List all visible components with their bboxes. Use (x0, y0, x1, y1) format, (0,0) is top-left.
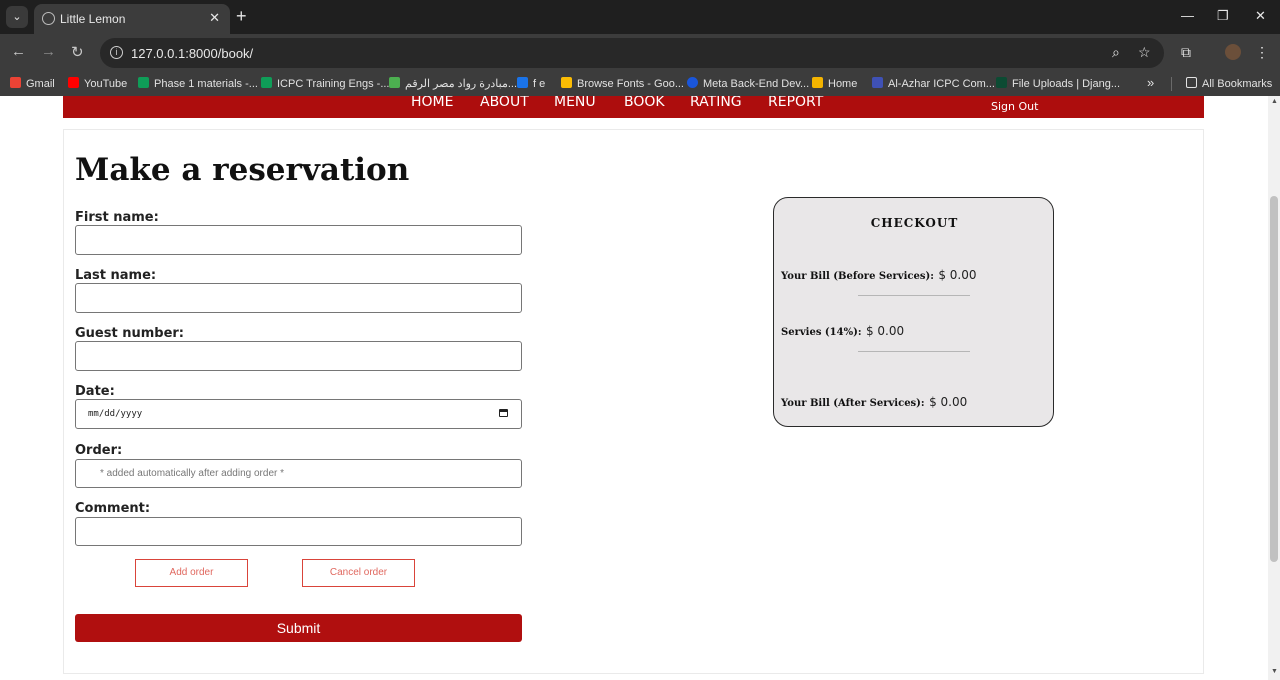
youtube-icon (68, 77, 79, 88)
bill-after-row: Your Bill (After Services): $ 0.00 (781, 393, 967, 411)
tab-close-button[interactable]: ✕ (209, 10, 220, 26)
tab-bar: ⌄ Little Lemon ✕ + — ❐ ✕ (0, 0, 1280, 34)
scroll-thumb[interactable] (1270, 196, 1278, 562)
nav-book[interactable]: BOOK (624, 96, 665, 110)
home-icon (812, 77, 823, 88)
bookmark-item[interactable]: Home (812, 77, 857, 90)
page-title: Make a reservation (75, 152, 410, 188)
nav-home[interactable]: HOME (411, 96, 453, 110)
submit-button[interactable]: Submit (75, 614, 522, 642)
bookmark-item[interactable]: ICPC Training Engs -... (261, 77, 390, 90)
cancel-order-button[interactable]: Cancel order (302, 559, 415, 587)
bookmark-item[interactable]: Browse Fonts - Goo... (561, 77, 684, 90)
add-order-button[interactable]: Add order (135, 559, 248, 587)
coursera-icon (687, 77, 698, 88)
bookmark-item[interactable]: f e (517, 77, 545, 90)
fonts-icon (561, 77, 572, 88)
checkout-panel: CHECKOUT Your Bill (Before Services): $ … (773, 197, 1054, 427)
scroll-up-arrow[interactable]: ▲ (1271, 98, 1278, 105)
bill-before-label: Your Bill (Before Services): (781, 271, 934, 282)
bookmark-item[interactable]: Phase 1 materials -... (138, 77, 258, 90)
new-tab-button[interactable]: + (236, 6, 247, 26)
date-label: Date: (75, 384, 115, 399)
comment-field[interactable] (75, 517, 522, 546)
bookmark-item[interactable]: File Uploads | Djang... (996, 77, 1120, 90)
extensions-icon[interactable]: ⧉ (1181, 44, 1191, 61)
gmail-icon (10, 77, 21, 88)
back-button[interactable]: ← (11, 43, 26, 60)
guest-number-field[interactable] (75, 341, 522, 371)
order-label: Order: (75, 443, 123, 458)
address-bar[interactable]: i 127.0.0.1:8000/book/ ⌕ ☆ (100, 38, 1164, 68)
last-name-field[interactable] (75, 283, 522, 313)
bill-before-value: $ 0.00 (938, 268, 977, 282)
last-name-label: Last name: (75, 268, 157, 283)
bill-after-value: $ 0.00 (929, 395, 968, 409)
site-icon (517, 77, 528, 88)
first-name-field[interactable] (75, 225, 522, 255)
nav-report[interactable]: REPORT (768, 96, 823, 110)
browser-toolbar: ← → ↻ i 127.0.0.1:8000/book/ ⌕ ☆ ⧉ ⋮ (0, 34, 1280, 72)
sheets-icon (261, 77, 272, 88)
more-menu-icon[interactable]: ⋮ (1255, 44, 1269, 61)
bookmarks-divider (1171, 77, 1172, 91)
forward-button[interactable]: → (41, 43, 56, 60)
sign-out-link[interactable]: Sign Out (991, 100, 1038, 113)
sheets-icon (138, 77, 149, 88)
globe-icon (42, 12, 55, 25)
tab-search-button[interactable]: ⌄ (6, 6, 28, 28)
nav-about[interactable]: ABOUT (480, 96, 529, 110)
bill-before-row: Your Bill (Before Services): $ 0.00 (781, 266, 977, 284)
services-row: Servies (14%): $ 0.00 (781, 322, 904, 340)
tab-title: Little Lemon (60, 12, 126, 26)
services-label: Servies (14%): (781, 327, 862, 338)
bookmark-item[interactable]: YouTube (68, 77, 127, 90)
profile-avatar[interactable] (1225, 44, 1241, 60)
site-info-icon[interactable]: i (110, 46, 123, 59)
bookmark-item[interactable]: Gmail (10, 77, 55, 90)
order-placeholder: * added automatically after adding order… (100, 468, 285, 479)
window-close-button[interactable]: ✕ (1255, 8, 1266, 24)
restore-button[interactable]: ❐ (1217, 8, 1229, 24)
site-icon (872, 77, 883, 88)
bookmark-star-icon[interactable]: ☆ (1138, 44, 1151, 61)
date-placeholder: mm/dd/yyyy (88, 409, 143, 419)
nav-rating[interactable]: RATING (690, 96, 742, 110)
site-icon (389, 77, 400, 88)
all-bookmarks-button[interactable]: All Bookmarks (1186, 77, 1272, 90)
nav-menu[interactable]: MENU (554, 96, 596, 110)
folder-icon (1186, 77, 1197, 88)
active-tab[interactable]: Little Lemon ✕ (34, 4, 230, 34)
bill-after-label: Your Bill (After Services): (781, 398, 925, 409)
divider (858, 295, 970, 296)
url-text[interactable]: 127.0.0.1:8000/book/ (131, 46, 253, 61)
bookmark-item[interactable]: Al-Azhar ICPC Com... (872, 77, 995, 90)
site-navbar: HOME ABOUT MENU BOOK RATING REPORT Sign … (63, 96, 1204, 118)
first-name-label: First name: (75, 210, 159, 225)
reload-button[interactable]: ↻ (71, 43, 84, 61)
services-value: $ 0.00 (865, 324, 905, 338)
bookmarks-bar: Gmail YouTube Phase 1 materials -... ICP… (0, 72, 1280, 96)
page-scrollbar[interactable]: ▲ ▼ (1268, 96, 1280, 680)
date-field[interactable]: mm/dd/yyyy (75, 399, 522, 429)
comment-label: Comment: (75, 501, 151, 516)
guest-number-label: Guest number: (75, 326, 185, 341)
bookmark-item[interactable]: Meta Back-End Dev... (687, 77, 809, 90)
more-bookmarks-button[interactable]: » (1147, 75, 1154, 90)
page-viewport: HOME ABOUT MENU BOOK RATING REPORT Sign … (0, 96, 1268, 680)
order-field[interactable]: * added automatically after adding order… (75, 459, 522, 488)
zoom-icon[interactable]: ⌕ (1112, 44, 1120, 61)
scroll-down-arrow[interactable]: ▼ (1271, 668, 1278, 675)
divider (858, 351, 970, 352)
django-icon (996, 77, 1007, 88)
calendar-icon[interactable] (499, 409, 508, 417)
checkout-title: CHECKOUT (870, 216, 959, 230)
minimize-button[interactable]: — (1181, 8, 1194, 23)
bookmark-item[interactable]: مبادرة رواد مصر الرقم... (389, 77, 517, 90)
